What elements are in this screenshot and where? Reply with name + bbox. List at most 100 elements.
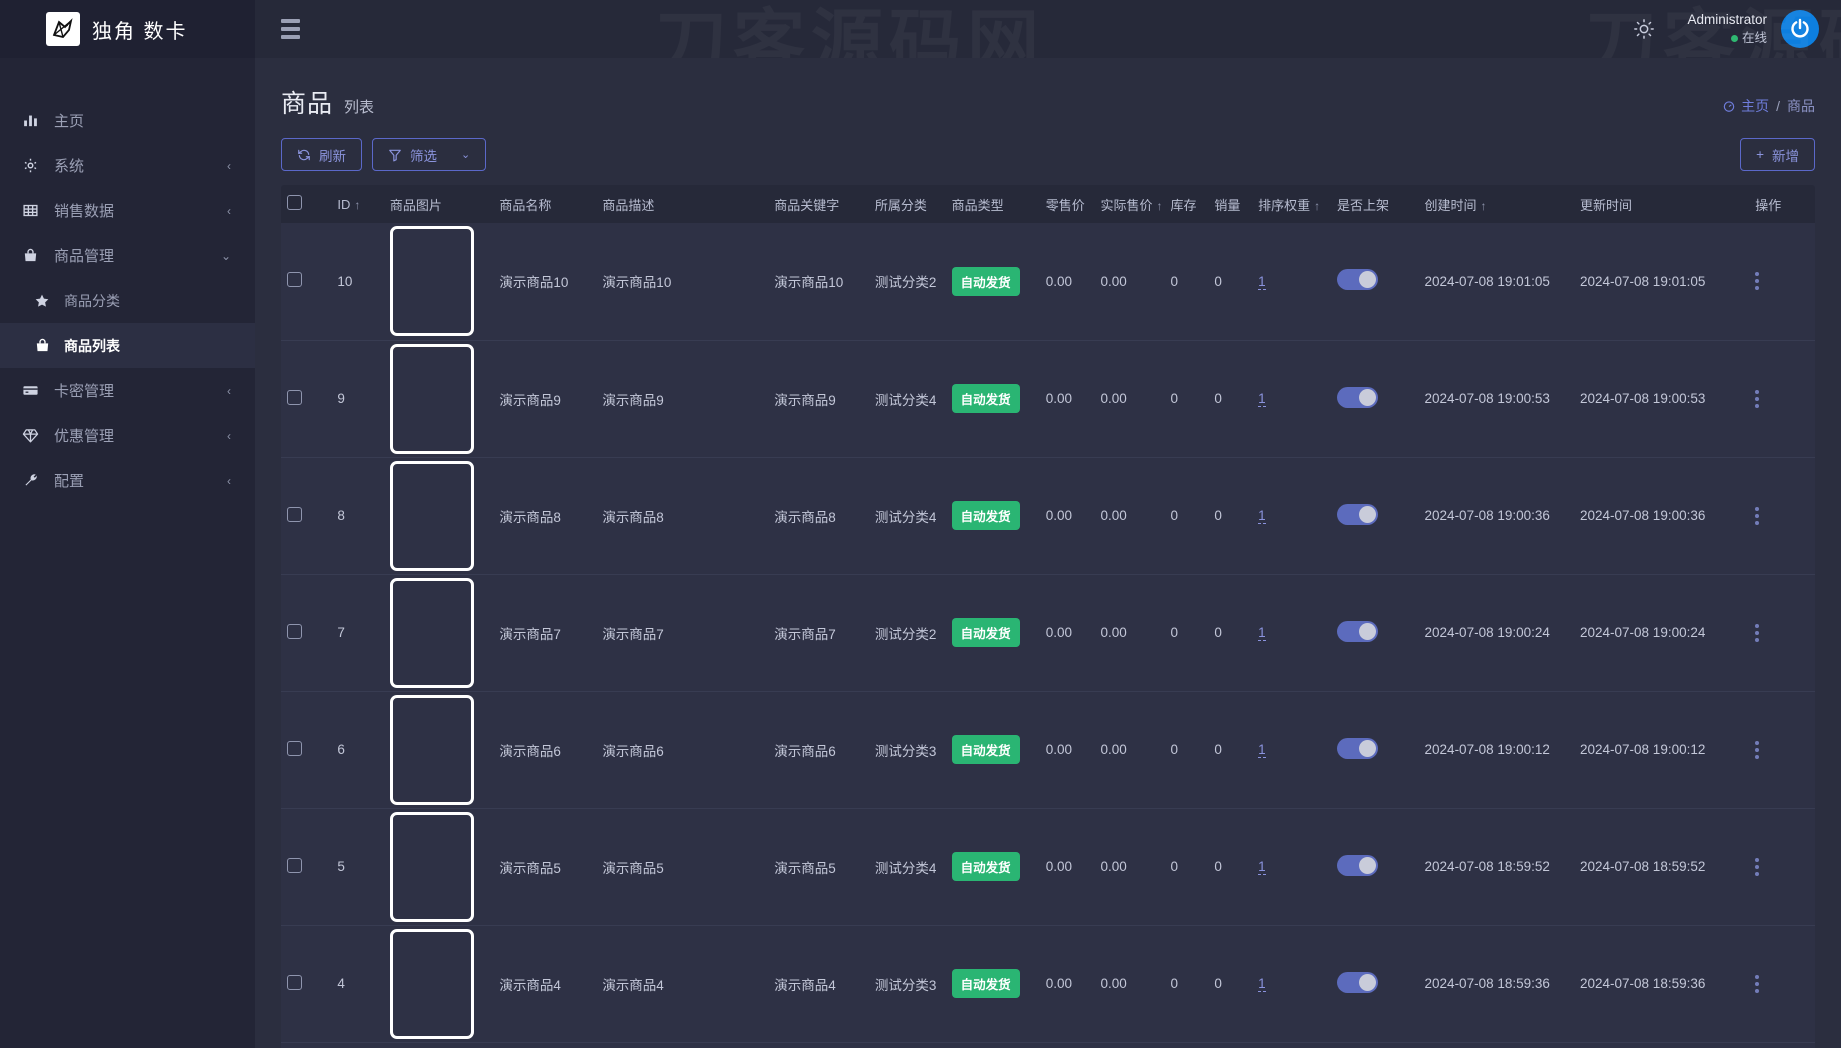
breadcrumb-current: 商品 [1787,98,1815,114]
sidebar-item-1[interactable]: 系统 ‹ [0,143,255,188]
cell-image[interactable] [384,574,493,691]
cell-sold: 0 [1214,391,1222,406]
sun-icon[interactable] [1633,18,1655,40]
weight-edit-link[interactable]: 1 [1258,742,1266,758]
sidebar-item-5[interactable]: 商品列表 [0,323,255,368]
brand[interactable]: 独角 数卡 [0,0,255,58]
cell-updated: 2024-07-08 19:00:24 [1580,625,1706,640]
table-row[interactable]: 9 演示商品9 演示商品9 演示商品9 测试分类4 自动发货 0.00 0.00 0 0 1 2024… [281,340,1815,457]
table-header-cell[interactable]: 排序权重 ↑ [1252,185,1331,223]
product-thumbnail[interactable] [389,226,474,337]
breadcrumb-home[interactable]: 主页 [1722,96,1769,116]
table-row[interactable]: 8 演示商品8 演示商品8 演示商品8 测试分类4 自动发货 0.00 0.00 0 0 1 2024… [281,457,1815,574]
power-icon[interactable] [1781,10,1819,48]
hamburger-icon[interactable] [275,13,306,45]
cell-weight: 1 [1252,808,1331,925]
more-actions-icon[interactable] [1755,506,1760,525]
header-label: 创建时间 [1424,197,1477,213]
sidebar-item-7[interactable]: 优惠管理 ‹ [0,413,255,458]
weight-edit-link[interactable]: 1 [1258,273,1266,290]
row-checkbox[interactable] [287,857,302,873]
product-thumbnail[interactable] [389,928,474,1039]
cell-on-shelf [1331,340,1419,457]
table-header-cell[interactable]: 商品类型 [946,185,1040,223]
filter-button[interactable]: 筛选 ⌄ [372,138,487,171]
table-header-cell[interactable]: 商品描述 [596,185,768,223]
row-checkbox[interactable] [287,389,302,405]
table-header-cell[interactable]: 操作 [1749,185,1815,223]
table-header-cell[interactable]: 所属分类 [869,185,946,223]
sidebar-item-8[interactable]: 配置 ‹ [0,458,255,503]
select-all-checkbox[interactable] [287,195,302,210]
table-header-cell[interactable]: 零售价 [1040,185,1095,223]
cell-description: 演示商品9 [602,392,664,408]
cell-image[interactable] [384,691,493,808]
table-header-cell[interactable]: 库存 [1165,185,1209,223]
row-checkbox[interactable] [287,623,302,639]
product-thumbnail[interactable] [389,343,474,454]
sidebar-item-4[interactable]: 商品分类 [0,278,255,323]
table-header-cell[interactable]: 更新时间 [1574,185,1749,223]
weight-edit-link[interactable]: 1 [1258,391,1266,407]
product-thumbnail[interactable] [389,577,474,688]
table-header-cell[interactable]: 商品关键字 [768,185,869,223]
cell-image[interactable] [384,925,493,1042]
header-label: 更新时间 [1580,197,1633,213]
table-row[interactable]: 10 演示商品10 演示商品10 演示商品10 测试分类2 自动发货 0.00 0.00 0 0 1… [281,223,1815,340]
cell-name: 演示商品7 [499,626,561,642]
cell-image[interactable] [384,340,493,457]
on-shelf-toggle[interactable] [1336,971,1378,993]
more-actions-icon[interactable] [1755,272,1760,291]
table-header-cell[interactable]: ID ↑ [331,185,384,223]
table-row[interactable]: 6 演示商品6 演示商品6 演示商品6 测试分类3 自动发货 0.00 0.00 0 0 1 2024… [281,691,1815,808]
refresh-button[interactable]: 刷新 [281,138,362,171]
cell-updated: 2024-07-08 19:00:53 [1580,391,1706,406]
sidebar-item-2[interactable]: 销售数据 ‹ [0,188,255,233]
row-checkbox[interactable] [287,272,302,288]
more-actions-icon[interactable] [1755,974,1760,993]
cell-image[interactable] [384,223,493,340]
product-thumbnail[interactable] [389,811,474,922]
weight-edit-link[interactable]: 1 [1258,625,1266,641]
table-header-cell[interactable]: 创建时间 ↑ [1419,185,1574,223]
product-thumbnail[interactable] [389,694,474,805]
on-shelf-toggle[interactable] [1336,620,1378,642]
table-row[interactable]: 5 演示商品5 演示商品5 演示商品5 测试分类4 自动发货 0.00 0.00 0 0 1 2024… [281,808,1815,925]
table-header-cell[interactable]: 销量 [1208,185,1252,223]
on-shelf-toggle[interactable] [1336,386,1378,408]
more-actions-icon[interactable] [1755,857,1760,876]
user-box[interactable]: Administrator 在线 [1687,10,1819,48]
on-shelf-toggle[interactable] [1336,269,1378,291]
product-thumbnail[interactable] [389,460,474,571]
table-header-cell[interactable] [281,185,331,223]
more-actions-icon[interactable] [1755,740,1760,759]
table-header-cell[interactable]: 商品图片 [384,185,493,223]
weight-edit-link[interactable]: 1 [1258,508,1266,524]
table-header-cell[interactable]: 实际售价 ↑ [1094,185,1164,223]
cell-image[interactable] [384,808,493,925]
table-row[interactable]: 4 演示商品4 演示商品4 演示商品4 测试分类3 自动发货 0.00 0.00 0 0 1 2024… [281,925,1815,1042]
table-header-cell[interactable]: 商品名称 [493,185,596,223]
cell-description: 演示商品8 [602,509,664,525]
table-row[interactable]: 7 演示商品7 演示商品7 演示商品7 测试分类2 自动发货 0.00 0.00 0 0 1 2024… [281,574,1815,691]
cell-stock: 0 [1170,859,1179,874]
sidebar-item-3[interactable]: 商品管理 ⌄ [0,233,255,278]
filter-label: 筛选 [410,148,437,164]
weight-edit-link[interactable]: 1 [1258,976,1266,992]
cell-real-price: 0.00 [1100,742,1127,757]
on-shelf-toggle[interactable] [1336,503,1378,525]
add-button[interactable]: + 新增 [1740,138,1815,171]
sidebar-item-0[interactable]: 主页 [0,98,255,143]
weight-edit-link[interactable]: 1 [1258,859,1266,875]
row-checkbox[interactable] [287,506,302,522]
app-root: 独角 数卡 主页 系统 ‹ 销售数据 ‹ 商品管理 ⌄ 商品分类 商品列表 卡密管理 ‹ 优惠管理 ‹ 配… [0,0,1841,1048]
more-actions-icon[interactable] [1755,623,1760,642]
cell-image[interactable] [384,457,493,574]
sidebar-item-6[interactable]: 卡密管理 ‹ [0,368,255,413]
row-checkbox[interactable] [287,740,302,756]
row-checkbox[interactable] [287,974,302,990]
on-shelf-toggle[interactable] [1336,737,1378,759]
on-shelf-toggle[interactable] [1336,854,1378,876]
table-header-cell[interactable]: 是否上架 [1331,185,1419,223]
more-actions-icon[interactable] [1755,389,1760,408]
